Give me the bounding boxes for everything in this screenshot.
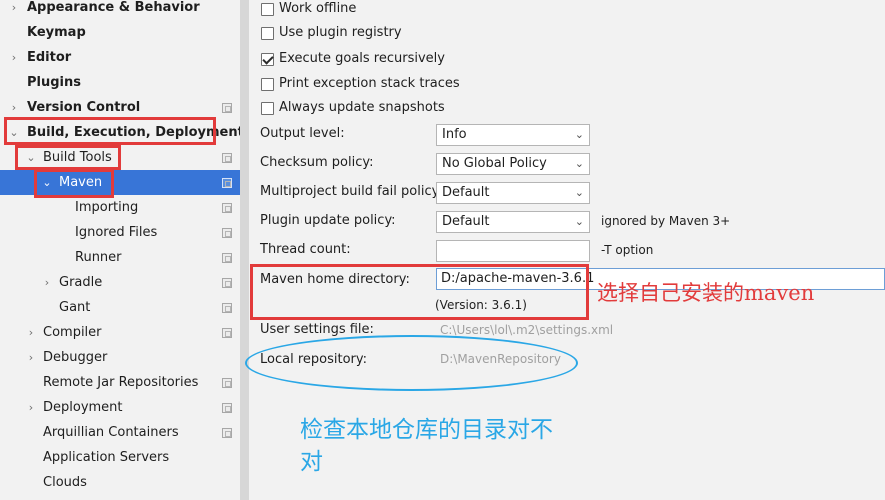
settings-tree: › Appearance & Behavior Keymap › Editor … [0, 0, 244, 500]
project-icon [222, 403, 232, 413]
plugin-update-policy-hint: ignored by Maven 3+ [601, 214, 731, 228]
tree-item-label: Clouds [43, 475, 87, 490]
tree-item-label: Gant [59, 300, 91, 315]
chevron-right-icon[interactable]: › [25, 345, 37, 370]
project-icon [222, 253, 232, 263]
annotation-box-build-execution [4, 117, 216, 145]
print-exception-stack-traces-label: Print exception stack traces [279, 76, 460, 91]
project-icon [222, 228, 232, 238]
chevron-right-icon[interactable]: › [25, 395, 37, 420]
print-exception-stack-traces-checkbox[interactable] [261, 78, 274, 91]
always-update-snapshots-checkbox[interactable] [261, 102, 274, 115]
tree-item-importing[interactable]: Importing [0, 195, 240, 220]
tree-item-compiler[interactable]: › Compiler [0, 320, 240, 345]
tree-item-label: Debugger [43, 350, 108, 365]
tree-item-gant[interactable]: Gant [0, 295, 240, 320]
tree-item-label: Runner [75, 250, 122, 265]
output-level-label: Output level: [260, 126, 345, 141]
project-icon [222, 278, 232, 288]
work-offline-label: Work offline [279, 1, 357, 16]
tree-item-label: Gradle [59, 275, 103, 290]
tree-item-appearance-behavior[interactable]: › Appearance & Behavior [0, 0, 240, 20]
annotation-box-build-tools [15, 145, 121, 170]
tree-item-label: Importing [75, 200, 139, 215]
project-icon [222, 328, 232, 338]
tree-item-label: Ignored Files [75, 225, 158, 240]
thread-count-hint: -T option [601, 243, 654, 257]
execute-goals-recursively-label: Execute goals recursively [279, 51, 445, 66]
tree-item-label: Plugins [27, 75, 81, 90]
tree-item-label: Keymap [27, 25, 86, 40]
always-update-snapshots-label: Always update snapshots [279, 100, 445, 115]
chevron-down-icon: ⌄ [574, 215, 584, 228]
tree-item-gradle[interactable]: › Gradle [0, 270, 240, 295]
multiproject-fail-policy-select[interactable]: Default ⌄ [436, 182, 590, 204]
tree-item-deployment[interactable]: › Deployment [0, 395, 240, 420]
annotation-box-maven [34, 169, 114, 198]
checksum-policy-select[interactable]: No Global Policy ⌄ [436, 153, 590, 175]
tree-item-application-servers[interactable]: Application Servers [0, 445, 240, 470]
project-icon [222, 303, 232, 313]
use-plugin-registry-checkbox[interactable] [261, 27, 274, 40]
tree-item-editor[interactable]: › Editor [0, 45, 240, 70]
chevron-right-icon[interactable]: › [8, 45, 20, 70]
tree-item-clouds[interactable]: Clouds [0, 470, 240, 495]
annotation-ellipse-local-repository [245, 335, 578, 391]
tree-item-label: Appearance & Behavior [27, 0, 200, 15]
chevron-right-icon[interactable]: › [41, 270, 53, 295]
project-icon [222, 428, 232, 438]
multiproject-fail-policy-value: Default [442, 185, 490, 200]
tree-item-keymap[interactable]: Keymap [0, 20, 240, 45]
project-icon [222, 378, 232, 388]
thread-count-label: Thread count: [260, 242, 351, 257]
plugin-update-policy-select[interactable]: Default ⌄ [436, 211, 590, 233]
tree-item-label: Compiler [43, 325, 102, 340]
tree-item-remote-jar-repositories[interactable]: Remote Jar Repositories [0, 370, 240, 395]
thread-count-input[interactable] [436, 240, 590, 262]
output-level-select[interactable]: Info ⌄ [436, 124, 590, 146]
plugin-update-policy-label: Plugin update policy: [260, 213, 396, 228]
tree-item-runner[interactable]: Runner [0, 245, 240, 270]
tree-item-ignored-files[interactable]: Ignored Files [0, 220, 240, 245]
checksum-policy-label: Checksum policy: [260, 155, 374, 170]
output-level-value: Info [442, 127, 467, 142]
multiproject-fail-policy-label: Multiproject build fail policy: [260, 184, 443, 199]
use-plugin-registry-label: Use plugin registry [279, 25, 402, 40]
chevron-down-icon: ⌄ [574, 186, 584, 199]
annotation-box-maven-home [250, 264, 589, 320]
tree-item-arquillian-containers[interactable]: Arquillian Containers [0, 420, 240, 445]
tree-item-label: Application Servers [43, 450, 170, 465]
plugin-update-policy-value: Default [442, 214, 490, 229]
checksum-policy-value: No Global Policy [442, 156, 547, 171]
tree-item-label: Editor [27, 50, 72, 65]
execute-goals-recursively-checkbox[interactable] [261, 53, 274, 66]
tree-item-plugins[interactable]: Plugins [0, 70, 240, 95]
tree-item-label: Deployment [43, 400, 123, 415]
tree-item-label: Remote Jar Repositories [43, 375, 199, 390]
work-offline-checkbox[interactable] [261, 3, 274, 16]
tree-item-label: Arquillian Containers [43, 425, 179, 440]
chevron-right-icon[interactable]: › [8, 0, 20, 20]
chevron-down-icon: ⌄ [574, 128, 584, 141]
project-icon [222, 203, 232, 213]
chevron-down-icon: ⌄ [574, 157, 584, 170]
tree-item-debugger[interactable]: › Debugger [0, 345, 240, 370]
annotation-note-local-repository: 检查本地仓库的目录对不对 [300, 417, 553, 475]
sidebar-scrollbar[interactable] [240, 0, 249, 500]
project-icon [222, 153, 232, 163]
annotation-note-maven-home: 选择自己安装的maven [597, 281, 815, 305]
chevron-right-icon[interactable]: › [25, 320, 37, 345]
project-icon [222, 103, 232, 113]
project-icon [222, 178, 232, 188]
